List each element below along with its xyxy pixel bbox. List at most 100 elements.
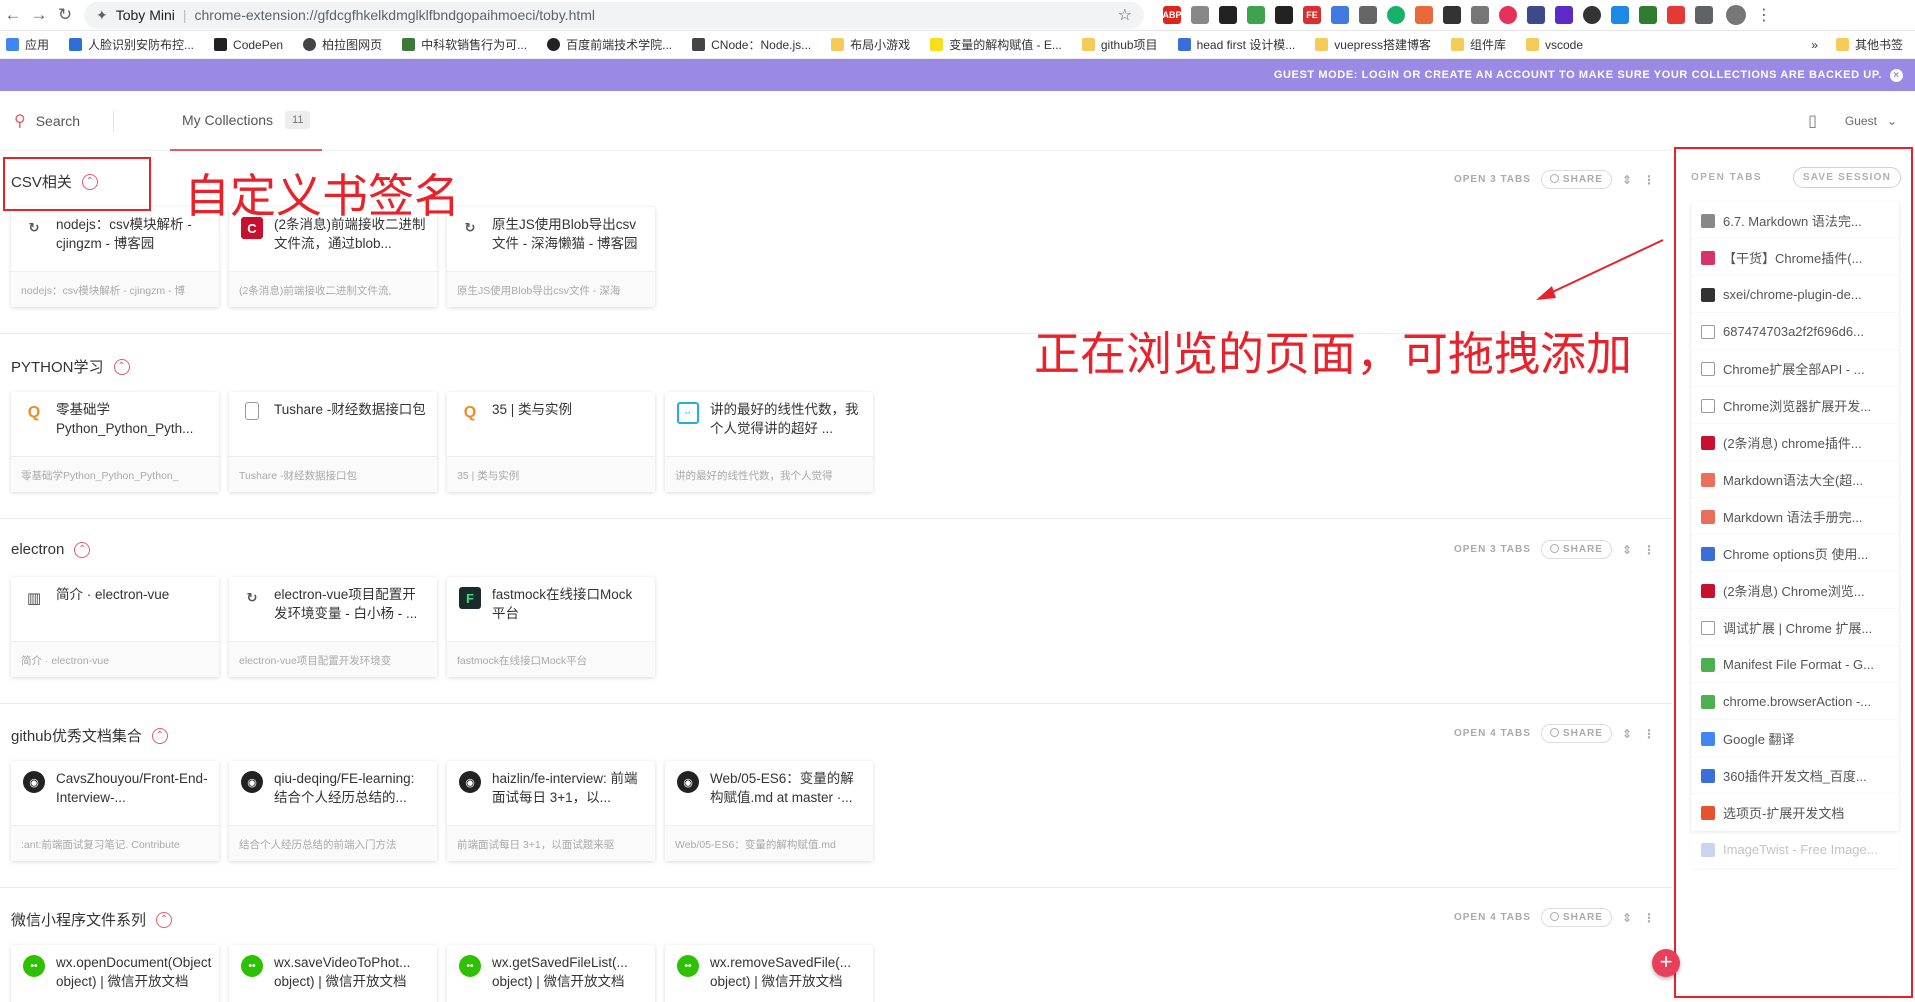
- collection-title[interactable]: 微信小程序文件系列 ⌃: [11, 909, 173, 930]
- bookmark-card[interactable]: ◉ CavsZhouyou/Front-End-Interview-... :a…: [11, 761, 219, 861]
- profile-avatar[interactable]: [1726, 5, 1746, 25]
- extension-icon[interactable]: [1219, 6, 1237, 24]
- bookmark-card[interactable]: •• wx.removeSavedFile(... object) | 微信开放…: [665, 945, 873, 1002]
- forward-icon[interactable]: →: [26, 2, 52, 28]
- open-tab-item[interactable]: 【干货】Chrome插件(...: [1691, 239, 1899, 276]
- chevron-down-icon[interactable]: ⌄: [1887, 114, 1897, 128]
- share-button[interactable]: SHARE: [1540, 908, 1612, 927]
- download-icon[interactable]: [1611, 6, 1629, 24]
- extension-icon[interactable]: [1639, 6, 1657, 24]
- other-bookmarks-folder[interactable]: 其他书签: [1835, 36, 1903, 53]
- open-tab-item[interactable]: chrome.browserAction -...: [1691, 683, 1899, 720]
- open-tab-item[interactable]: 调试扩展 | Chrome 扩展...: [1691, 609, 1899, 646]
- bookmark-card[interactable]: •• wx.getSavedFileList(... object) | 微信开…: [447, 945, 655, 1002]
- bookmark-card[interactable]: •• wx.saveVideoToPhot... object) | 微信开放文…: [229, 945, 437, 1002]
- bookmark-star-icon[interactable]: ☆: [1118, 5, 1132, 25]
- open-tab-item[interactable]: 360插件开发文档_百度...: [1691, 757, 1899, 794]
- collapse-icon[interactable]: ⌃: [74, 541, 91, 558]
- bookmark-card[interactable]: ◉ haizlin/fe-interview: 前端面试每日 3+1，以... …: [447, 761, 655, 861]
- bookmark-card[interactable]: F fastmock在线接口Mock平台 fastmock在线接口Mock平台: [447, 577, 655, 677]
- bookmark-card[interactable]: ◉ qiu-deqing/FE-learning: 结合个人经历总结的... 结…: [229, 761, 437, 861]
- collection-title[interactable]: PYTHON学习 ⌃: [11, 356, 130, 377]
- bookmark-item[interactable]: 应用: [6, 36, 49, 53]
- grammarly-icon[interactable]: [1387, 6, 1405, 24]
- collapse-icon[interactable]: ⌃: [156, 911, 173, 928]
- open-tab-item[interactable]: 687474703a2f2f696d6...: [1691, 313, 1899, 350]
- open-tab-item[interactable]: (2条消息) chrome插件...: [1691, 424, 1899, 461]
- extension-icon[interactable]: [1499, 6, 1517, 24]
- bookmark-card[interactable]: ↻ electron-vue项目配置开发环境变量 - 白小杨 - ... ele…: [229, 577, 437, 677]
- open-tab-item[interactable]: Markdown语法大全(超...: [1691, 461, 1899, 498]
- open-tab-item[interactable]: sxei/chrome-plugin-de...: [1691, 276, 1899, 313]
- bookmark-folder[interactable]: 组件库: [1450, 36, 1506, 53]
- more-options-icon[interactable]: ⋮: [1643, 173, 1656, 187]
- open-tab-item[interactable]: Chrome浏览器扩展开发...: [1691, 387, 1899, 424]
- bookmark-item[interactable]: 柏拉图网页: [303, 36, 382, 53]
- gitzip-icon[interactable]: [1359, 6, 1377, 24]
- tab-my-collections[interactable]: My Collections 11: [170, 91, 323, 151]
- collection-title[interactable]: electron ⌃: [11, 541, 91, 558]
- bookmark-card[interactable]: •• wx.openDocument(Object object) | 微信开放…: [11, 945, 219, 1002]
- open-tab-item[interactable]: 6.7. Markdown 语法完...: [1691, 202, 1899, 239]
- bookmark-item[interactable]: 中科软销售行为可...: [402, 36, 527, 53]
- close-icon[interactable]: ×: [1890, 68, 1903, 82]
- more-options-icon[interactable]: ⋮: [1643, 911, 1656, 925]
- bookmark-card[interactable]: ◉ Web/05-ES6：变量的解构赋值.md at master ·... W…: [665, 761, 873, 861]
- open-tab-item[interactable]: 选项页-扩展开发文档: [1691, 794, 1899, 831]
- open-tabs-button[interactable]: OPEN 3 TABS: [1454, 174, 1531, 185]
- book-icon[interactable]: ▯: [1808, 111, 1817, 131]
- fe-icon[interactable]: FE: [1303, 6, 1321, 24]
- bookmark-card[interactable]: Q 零基础学Python_Python_Pyth... 零基础学Python_P…: [11, 392, 219, 492]
- bookmarks-overflow-icon[interactable]: »: [1811, 38, 1818, 52]
- extension-icon[interactable]: [1555, 6, 1573, 24]
- adblock-icon[interactable]: ABP: [1163, 6, 1182, 24]
- share-button[interactable]: SHARE: [1540, 724, 1612, 743]
- bookmark-item[interactable]: head first 设计模...: [1177, 36, 1295, 53]
- extension-icon[interactable]: [1415, 6, 1433, 24]
- extension-icon[interactable]: [1471, 6, 1489, 24]
- sort-icon[interactable]: ⇕: [1622, 911, 1633, 925]
- extension-icon[interactable]: [1443, 6, 1461, 24]
- bookmark-item[interactable]: CNode：Node.js...: [692, 36, 811, 53]
- bookmark-folder[interactable]: vscode: [1525, 38, 1583, 52]
- extension-icon[interactable]: [1275, 6, 1293, 24]
- extension-icon[interactable]: [1583, 6, 1601, 24]
- sort-icon[interactable]: ⇕: [1622, 543, 1633, 557]
- back-icon[interactable]: ←: [0, 2, 26, 28]
- bookmark-item[interactable]: 人脸识别安防布控...: [69, 36, 194, 53]
- extension-icon[interactable]: [1247, 6, 1265, 24]
- open-tab-item[interactable]: Google 翻译: [1691, 720, 1899, 757]
- more-options-icon[interactable]: ⋮: [1643, 543, 1656, 557]
- open-tabs-button[interactable]: OPEN 4 TABS: [1454, 728, 1531, 739]
- collection-title[interactable]: github优秀文档集合 ⌃: [11, 725, 168, 746]
- open-tabs-button[interactable]: OPEN 4 TABS: [1454, 912, 1531, 923]
- puzzle-icon[interactable]: [1695, 6, 1713, 24]
- bookmark-folder[interactable]: github项目: [1081, 36, 1158, 53]
- extension-icon[interactable]: [1331, 6, 1349, 24]
- bookmark-card[interactable]: ↻ 原生JS使用Blob导出csv文件 - 深海懒猫 - 博客园 原生JS使用B…: [447, 207, 655, 307]
- add-collection-button[interactable]: +: [1652, 949, 1680, 977]
- share-button[interactable]: SHARE: [1540, 540, 1612, 559]
- reload-icon[interactable]: ↻: [52, 2, 78, 28]
- open-tab-item[interactable]: Markdown 语法手册完...: [1691, 498, 1899, 535]
- search-button[interactable]: ⚲ Search: [0, 109, 114, 132]
- bookmark-card[interactable]: Q 35 | 类与实例 35 | 类与实例: [447, 392, 655, 492]
- bookmark-item[interactable]: CodePen: [214, 38, 283, 52]
- share-button[interactable]: SHARE: [1540, 170, 1612, 189]
- bookmark-item[interactable]: 变量的解构赋值 - E...: [930, 36, 1062, 53]
- open-tab-item[interactable]: (2条消息) Chrome浏览...: [1691, 572, 1899, 609]
- user-menu[interactable]: Guest: [1845, 114, 1877, 128]
- collapse-icon[interactable]: ⌃: [151, 727, 168, 744]
- open-tab-item[interactable]: ImageTwist - Free Image...: [1691, 831, 1899, 868]
- collapse-icon[interactable]: ⌃: [113, 358, 130, 375]
- bookmark-card[interactable]: ·· 讲的最好的线性代数，我个人觉得讲的超好 ... 讲的最好的线性代数，我个人…: [665, 392, 873, 492]
- bookmark-card[interactable]: Tushare -财经数据接口包 Tushare -财经数据接口包: [229, 392, 437, 492]
- more-options-icon[interactable]: ⋮: [1643, 727, 1656, 741]
- sort-icon[interactable]: ⇕: [1622, 727, 1633, 741]
- bookmark-card[interactable]: ▥ 简介 · electron-vue 简介 · electron-vue: [11, 577, 219, 677]
- open-tabs-button[interactable]: OPEN 3 TABS: [1454, 544, 1531, 555]
- bookmark-item[interactable]: 百度前端技术学院...: [547, 36, 672, 53]
- open-tab-item[interactable]: Chrome options页 使用...: [1691, 535, 1899, 572]
- gift-icon[interactable]: [1667, 6, 1685, 24]
- open-tab-item[interactable]: Manifest File Format - G...: [1691, 646, 1899, 683]
